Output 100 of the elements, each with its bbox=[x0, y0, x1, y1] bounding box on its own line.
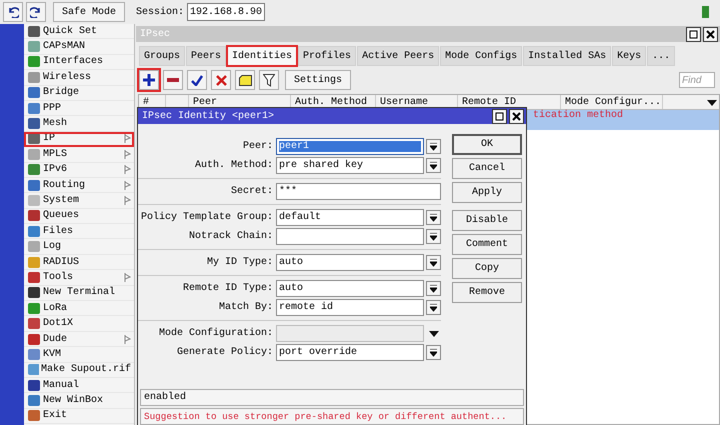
undo-button[interactable] bbox=[3, 2, 23, 22]
tab[interactable]: Installed SAs bbox=[523, 46, 612, 66]
menu-item[interactable]: Bridge bbox=[24, 86, 134, 101]
field-label: Secret: bbox=[230, 186, 274, 197]
field-label: Policy Template Group: bbox=[140, 212, 274, 223]
restore-icon bbox=[689, 30, 698, 38]
comment-button[interactable] bbox=[235, 70, 255, 90]
dropdown-arrow-icon bbox=[430, 232, 438, 240]
input-field[interactable]: pre shared key bbox=[276, 157, 424, 174]
close-button[interactable] bbox=[509, 108, 524, 124]
filter-button[interactable] bbox=[259, 70, 279, 90]
tab[interactable]: ... bbox=[647, 46, 676, 66]
dialog-button[interactable]: Disable bbox=[452, 210, 522, 231]
input-field[interactable]: default bbox=[276, 209, 424, 226]
input-field[interactable]: auto bbox=[276, 280, 424, 297]
close-icon bbox=[706, 30, 715, 38]
menu-item[interactable]: Make Supout.rif bbox=[24, 362, 134, 378]
disable-button[interactable] bbox=[211, 70, 231, 90]
menu-item[interactable]: Tools bbox=[24, 270, 134, 286]
menu-item[interactable]: Interfaces bbox=[24, 54, 134, 70]
session-field[interactable]: 192.168.8.90 bbox=[187, 3, 266, 21]
session-label: Session: bbox=[136, 6, 184, 18]
menu-item[interactable]: LoRa bbox=[24, 301, 134, 316]
dropdown-button[interactable] bbox=[426, 158, 441, 173]
dropdown-button[interactable] bbox=[426, 139, 441, 154]
menu-item[interactable]: Quick Set bbox=[24, 24, 134, 40]
dropdown-button[interactable] bbox=[426, 255, 441, 270]
menu-item[interactable]: MPLS bbox=[24, 147, 134, 163]
dropdown-button[interactable] bbox=[426, 281, 441, 296]
input-field[interactable]: *** bbox=[276, 183, 441, 200]
input-field[interactable]: auto bbox=[276, 254, 424, 271]
menu-item[interactable]: Dude bbox=[24, 332, 134, 348]
input-field[interactable] bbox=[276, 228, 424, 245]
find-field[interactable]: Find bbox=[679, 72, 715, 88]
menu-item-icon bbox=[27, 102, 41, 115]
menu-item[interactable]: Exit bbox=[24, 408, 134, 424]
menu-item[interactable]: Manual bbox=[24, 378, 134, 394]
tab[interactable]: Keys bbox=[612, 46, 646, 66]
dialog-button[interactable]: Apply bbox=[452, 182, 522, 203]
menu-item[interactable]: Files bbox=[24, 224, 134, 240]
menu-item[interactable]: Log bbox=[24, 239, 134, 255]
input-field[interactable]: port override bbox=[276, 344, 424, 361]
column-header[interactable]: Mode Configur... bbox=[561, 95, 663, 109]
menu-item[interactable]: RADIUS bbox=[24, 254, 134, 270]
menu-item-icon bbox=[27, 40, 41, 54]
field-label: Remote ID Type: bbox=[182, 283, 274, 294]
menu-item[interactable]: IPv6 bbox=[24, 162, 134, 178]
dropdown-button[interactable] bbox=[426, 210, 441, 225]
tab[interactable]: Profiles bbox=[298, 46, 356, 66]
redo-button[interactable] bbox=[26, 2, 46, 22]
dialog-button[interactable]: OK bbox=[452, 134, 522, 155]
safe-mode-button[interactable]: Safe Mode bbox=[53, 2, 126, 22]
dialog-button[interactable]: Copy bbox=[452, 258, 522, 279]
menu-item-icon bbox=[27, 194, 41, 207]
menu-item[interactable]: KVM bbox=[24, 347, 134, 363]
menu-item-icon bbox=[27, 409, 41, 422]
add-button[interactable] bbox=[139, 70, 159, 90]
dropdown-button[interactable] bbox=[426, 345, 441, 360]
menu-item[interactable]: New WinBox bbox=[24, 393, 134, 409]
menu-item[interactable]: PPP bbox=[24, 100, 134, 116]
menu-item-icon bbox=[27, 209, 41, 222]
menu-item[interactable]: CAPsMAN bbox=[24, 39, 134, 55]
menu-item[interactable]: Mesh bbox=[24, 116, 134, 132]
menu-item[interactable]: Wireless bbox=[24, 70, 134, 86]
dialog-button[interactable]: Comment bbox=[452, 234, 522, 255]
menu-item-icon bbox=[27, 286, 41, 300]
tab[interactable]: Mode Configs bbox=[440, 46, 522, 66]
close-button[interactable] bbox=[703, 26, 718, 42]
dialog-button[interactable]: Cancel bbox=[452, 158, 522, 179]
dropdown-button[interactable] bbox=[426, 229, 441, 244]
remove-button[interactable] bbox=[163, 70, 183, 90]
input-field[interactable]: peer1 bbox=[276, 138, 424, 155]
dialog-button[interactable]: Remove bbox=[452, 282, 522, 303]
menu-item[interactable]: Dot1X bbox=[24, 316, 134, 332]
menu-item-icon bbox=[27, 70, 41, 84]
menu-item-icon bbox=[27, 178, 41, 192]
tab[interactable]: Groups bbox=[139, 46, 186, 66]
dropdown-arrow-icon bbox=[430, 304, 438, 312]
menu-item[interactable]: System bbox=[24, 193, 134, 209]
tab[interactable]: Identities bbox=[227, 46, 298, 66]
minus-icon bbox=[167, 78, 179, 82]
settings-button[interactable]: Settings bbox=[285, 70, 352, 90]
menu-item-icon bbox=[27, 240, 41, 254]
restore-icon bbox=[495, 112, 504, 120]
restore-button[interactable] bbox=[686, 26, 701, 42]
enable-button[interactable] bbox=[187, 70, 207, 90]
tab[interactable]: Active Peers bbox=[357, 46, 440, 66]
filter-icon bbox=[263, 74, 275, 86]
menu-item-icon bbox=[27, 317, 41, 330]
menu-item-icon bbox=[27, 363, 39, 376]
menu-item[interactable]: New Terminal bbox=[24, 286, 134, 302]
tab[interactable]: Peers bbox=[186, 46, 226, 66]
dialog-title: IPsec Identity <peer1> bbox=[142, 110, 276, 122]
dropdown-button[interactable] bbox=[426, 300, 441, 315]
dropdown-arrow-icon bbox=[430, 162, 438, 170]
close-icon bbox=[512, 112, 521, 120]
menu-item[interactable]: Routing bbox=[24, 178, 134, 194]
menu-item[interactable]: Queues bbox=[24, 208, 134, 224]
input-field[interactable]: remote id bbox=[276, 299, 424, 316]
restore-button[interactable] bbox=[492, 108, 507, 124]
